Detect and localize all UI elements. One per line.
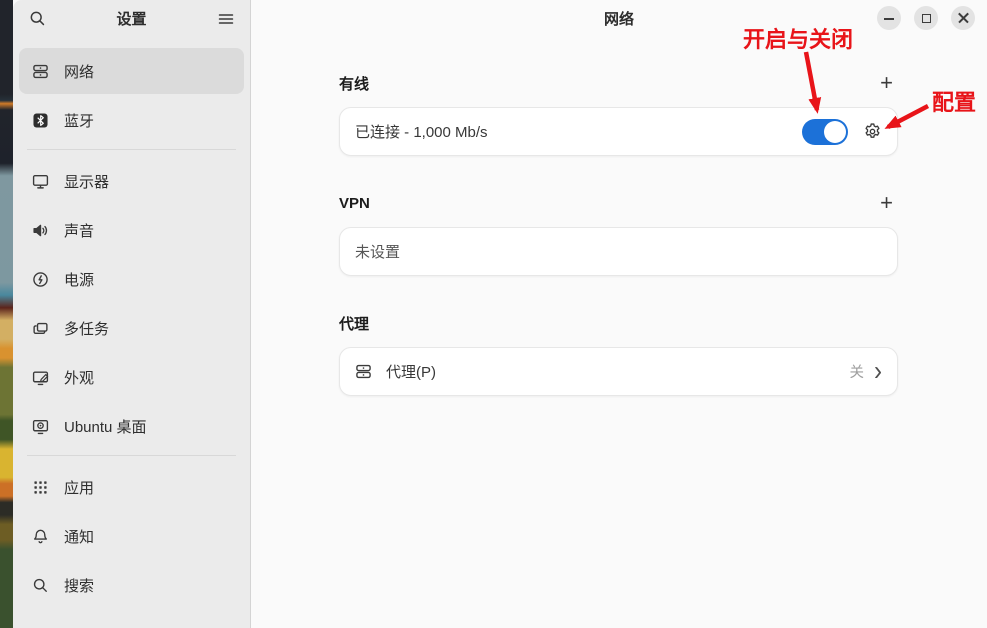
sidebar-item-multitasking[interactable]: 多任务 bbox=[19, 305, 244, 351]
sidebar-item-label: 网络 bbox=[64, 61, 94, 82]
sidebar-item-label: Ubuntu 桌面 bbox=[64, 416, 147, 437]
proxy-label: 代理(P) bbox=[386, 361, 850, 382]
sidebar-item-power[interactable]: 电源 bbox=[19, 256, 244, 302]
plus-icon: + bbox=[880, 190, 893, 215]
vpn-status-row: 未设置 bbox=[339, 227, 898, 276]
close-icon bbox=[958, 13, 969, 24]
sidebar-item-label: 显示器 bbox=[64, 171, 109, 192]
vpn-heading: VPN bbox=[339, 195, 370, 212]
proxy-row[interactable]: 代理(P) 关 › bbox=[339, 347, 898, 396]
sidebar-item-label: 通知 bbox=[64, 526, 94, 547]
wired-connection-row: 已连接 - 1,000 Mb/s bbox=[339, 107, 898, 156]
plus-icon: + bbox=[880, 70, 893, 95]
annotation-toggle-note: 开启与关闭 bbox=[743, 22, 853, 54]
maximize-button[interactable] bbox=[914, 6, 938, 30]
sidebar: 设置 网络 蓝牙 bbox=[13, 0, 251, 628]
bell-icon bbox=[32, 528, 49, 545]
sidebar-item-label: 多任务 bbox=[64, 318, 109, 339]
hamburger-menu-icon bbox=[218, 10, 235, 27]
chevron-right-icon[interactable]: › bbox=[874, 360, 882, 383]
window-controls bbox=[877, 6, 975, 30]
ubuntu-desktop-icon bbox=[32, 418, 49, 435]
network-wired-icon bbox=[32, 63, 49, 80]
sidebar-item-label: 蓝牙 bbox=[64, 110, 94, 131]
page-title: 网络 bbox=[604, 8, 634, 29]
minimize-button[interactable] bbox=[877, 6, 901, 30]
proxy-section-header: 代理 bbox=[339, 313, 898, 333]
sidebar-item-network[interactable]: 网络 bbox=[19, 48, 244, 94]
monitor-icon bbox=[32, 173, 49, 190]
sidebar-list: 网络 蓝牙 显示器 声音 bbox=[13, 37, 250, 611]
add-wired-button[interactable]: + bbox=[875, 74, 898, 92]
sidebar-header: 设置 bbox=[13, 0, 250, 37]
sidebar-item-ubuntu-desktop[interactable]: Ubuntu 桌面 bbox=[19, 403, 244, 449]
search-button[interactable] bbox=[23, 6, 51, 32]
app-title: 设置 bbox=[51, 8, 212, 29]
vpn-section-header: VPN + bbox=[339, 193, 898, 213]
wired-heading: 有线 bbox=[339, 73, 369, 94]
sidebar-item-label: 外观 bbox=[64, 367, 94, 388]
sidebar-item-displays[interactable]: 显示器 bbox=[19, 158, 244, 204]
vpn-status-label: 未设置 bbox=[355, 241, 882, 262]
appearance-icon bbox=[32, 369, 49, 386]
sidebar-item-label: 应用 bbox=[64, 477, 94, 498]
minimize-icon bbox=[884, 18, 894, 20]
sidebar-item-label: 搜索 bbox=[64, 575, 94, 596]
sidebar-item-bluetooth[interactable]: 蓝牙 bbox=[19, 97, 244, 143]
main-menu-button[interactable] bbox=[212, 6, 240, 32]
bluetooth-icon bbox=[32, 112, 49, 129]
network-content: 有线 + 已连接 - 1,000 Mb/s VPN + 未设置 代理 bbox=[339, 73, 898, 396]
wired-section-header: 有线 + bbox=[339, 73, 898, 93]
sidebar-item-apps[interactable]: 应用 bbox=[19, 464, 244, 510]
main-pane: 网络 有线 + 已连接 - 1,000 Mb/s VP bbox=[251, 0, 987, 628]
close-button[interactable] bbox=[951, 6, 975, 30]
multitasking-icon bbox=[32, 320, 49, 337]
settings-window: 设置 网络 蓝牙 bbox=[13, 0, 987, 628]
wired-toggle-switch[interactable] bbox=[802, 119, 848, 145]
sidebar-item-sound[interactable]: 声音 bbox=[19, 207, 244, 253]
maximize-icon bbox=[922, 14, 931, 23]
sidebar-item-appearance[interactable]: 外观 bbox=[19, 354, 244, 400]
sidebar-separator bbox=[27, 455, 236, 456]
wired-settings-button[interactable] bbox=[863, 122, 882, 141]
search-icon bbox=[29, 10, 46, 27]
toggle-knob bbox=[824, 121, 846, 143]
proxy-heading: 代理 bbox=[339, 313, 369, 334]
add-vpn-button[interactable]: + bbox=[875, 194, 898, 212]
apps-grid-icon bbox=[32, 479, 49, 496]
proxy-state-value: 关 bbox=[850, 361, 865, 382]
desktop-wallpaper-strip bbox=[0, 0, 13, 628]
power-icon bbox=[32, 271, 49, 288]
search-icon bbox=[32, 577, 49, 594]
annotation-gear-note: 配置 bbox=[932, 85, 976, 117]
gear-icon bbox=[863, 122, 882, 141]
wired-status-label: 已连接 - 1,000 Mb/s bbox=[355, 121, 802, 142]
speaker-icon bbox=[32, 222, 49, 239]
sidebar-item-notifications[interactable]: 通知 bbox=[19, 513, 244, 559]
network-proxy-icon bbox=[355, 363, 372, 380]
sidebar-separator bbox=[27, 149, 236, 150]
sidebar-item-label: 声音 bbox=[64, 220, 94, 241]
headerbar: 网络 bbox=[251, 0, 987, 37]
sidebar-item-search[interactable]: 搜索 bbox=[19, 562, 244, 608]
sidebar-item-label: 电源 bbox=[64, 269, 94, 290]
